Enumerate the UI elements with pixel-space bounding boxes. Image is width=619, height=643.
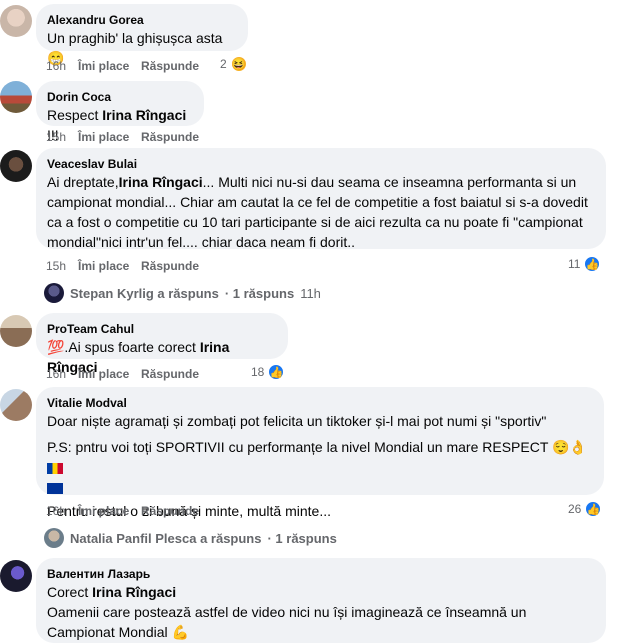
mention-link[interactable]: Irina Rîngaci: [102, 107, 186, 123]
reply-button[interactable]: Răspunde: [141, 129, 199, 145]
text-segment: Ai dreptate,: [47, 174, 119, 190]
comment-time[interactable]: 16h: [46, 503, 78, 519]
comment-bubble: Dorin Coca Respect Irina Rîngaci !!!: [36, 81, 204, 143]
like-icon: 👍: [267, 363, 286, 381]
mention-link[interactable]: Irina Rîngaci: [119, 174, 203, 190]
like-button[interactable]: Îmi place: [78, 129, 141, 145]
reaction-count: 2: [220, 57, 227, 71]
comment-actions: 16h Îmi place Răspunde: [46, 58, 199, 74]
reply-button[interactable]: Răspunde: [141, 58, 199, 74]
like-button[interactable]: Îmi place: [78, 503, 141, 519]
avatar: [44, 528, 64, 548]
reaction-summary[interactable]: 26 👍: [568, 500, 603, 518]
comment-author[interactable]: Валентин Лазарь: [47, 566, 594, 582]
reaction-count: 11: [568, 257, 581, 271]
replies-time: 11h: [300, 285, 321, 301]
text-segment: 💯.Ai spus foarte corect: [47, 339, 200, 355]
like-icon: 👍: [583, 255, 602, 273]
comment-bubble: Валентин Лазарь Corect Irina Rîngaci Oam…: [36, 558, 606, 643]
comment-paragraph: Doar niște agramați și zombați pot felic…: [47, 413, 547, 429]
replies-toggle[interactable]: Stepan Kyrlig a răspuns · 1 răspuns 11h: [44, 283, 321, 303]
replies-author: Stepan Kyrlig a răspuns: [70, 285, 219, 301]
comment-text: Ai dreptate,Irina Rîngaci... Multi nici …: [47, 172, 594, 252]
moldova-flag-icon: [47, 462, 63, 474]
reaction-summary[interactable]: 2 😆: [220, 55, 248, 73]
avatar[interactable]: [0, 150, 32, 182]
comment-text: Corect Irina Rîngaci: [47, 582, 594, 602]
reaction-count: 18: [251, 365, 265, 379]
comment-paragraph-ps: P.S: pntru voi toți SPORTIVII cu perform…: [47, 437, 592, 497]
like-button[interactable]: Îmi place: [78, 58, 141, 74]
comment-bubble: Veaceslav Bulai Ai dreptate,Irina Rîngac…: [36, 148, 606, 252]
replies-count: · 1 răspuns: [224, 285, 295, 301]
comment-time[interactable]: 16h: [46, 366, 78, 382]
comment-actions: 16h Îmi place Răspunde: [46, 366, 199, 382]
comment-bubble: ProTeam Cahul 💯.Ai spus foarte corect Ir…: [36, 313, 288, 375]
replies-count: · 1 răspuns: [267, 530, 337, 546]
comment-time[interactable]: 15h: [46, 129, 78, 145]
comment-author[interactable]: Veaceslav Bulai: [47, 156, 594, 172]
reply-button[interactable]: Răspunde: [141, 503, 199, 519]
comment-actions: 15h Îmi place Răspunde: [46, 258, 199, 274]
avatar[interactable]: [0, 560, 32, 592]
text-segment: Respect: [47, 107, 103, 123]
replies-toggle[interactable]: Natalia Panfil Plesca a răspuns · 1 răsp…: [44, 528, 337, 548]
comment-author[interactable]: Vitalie Modval: [47, 395, 592, 411]
haha-icon: 😆: [229, 55, 248, 73]
comment-time[interactable]: 15h: [46, 258, 78, 274]
avatar[interactable]: [0, 315, 32, 347]
text-segment: P.S: pntru voi toți SPORTIVII cu perform…: [47, 439, 587, 455]
reaction-summary[interactable]: 11 👍: [568, 255, 602, 273]
text-segment: Corect: [47, 584, 93, 600]
comment-author[interactable]: ProTeam Cahul: [47, 321, 276, 337]
mention-link[interactable]: Irina Rîngaci: [92, 584, 176, 600]
avatar[interactable]: [0, 389, 32, 421]
comment-actions: 16h Îmi place Răspunde: [46, 503, 199, 519]
comment-author[interactable]: Alexandru Gorea: [47, 12, 236, 28]
reply-button[interactable]: Răspunde: [141, 258, 199, 274]
avatar[interactable]: [0, 5, 32, 37]
avatar: [44, 283, 64, 303]
avatar[interactable]: [0, 81, 32, 113]
like-button[interactable]: Îmi place: [78, 366, 141, 382]
replies-author: Natalia Panfil Plesca a răspuns: [70, 530, 262, 546]
comment-actions: 15h Îmi place Răspunde: [46, 129, 199, 145]
eu-flag-icon: [47, 482, 63, 494]
like-icon: 👍: [584, 500, 603, 518]
reply-button[interactable]: Răspunde: [141, 366, 199, 382]
reaction-count: 26: [568, 502, 582, 516]
reaction-summary[interactable]: 18 👍: [251, 363, 286, 381]
comment-paragraph: Oamenii care postează astfel de video ni…: [47, 604, 527, 640]
comment-bubble: Vitalie Modval Doar niște agramați și zo…: [36, 387, 604, 519]
like-button[interactable]: Îmi place: [78, 258, 141, 274]
comment-author[interactable]: Dorin Coca: [47, 89, 192, 105]
comment-time[interactable]: 16h: [46, 58, 78, 74]
comment-bubble: Alexandru Gorea Un praghib' la ghișușca …: [36, 4, 248, 66]
